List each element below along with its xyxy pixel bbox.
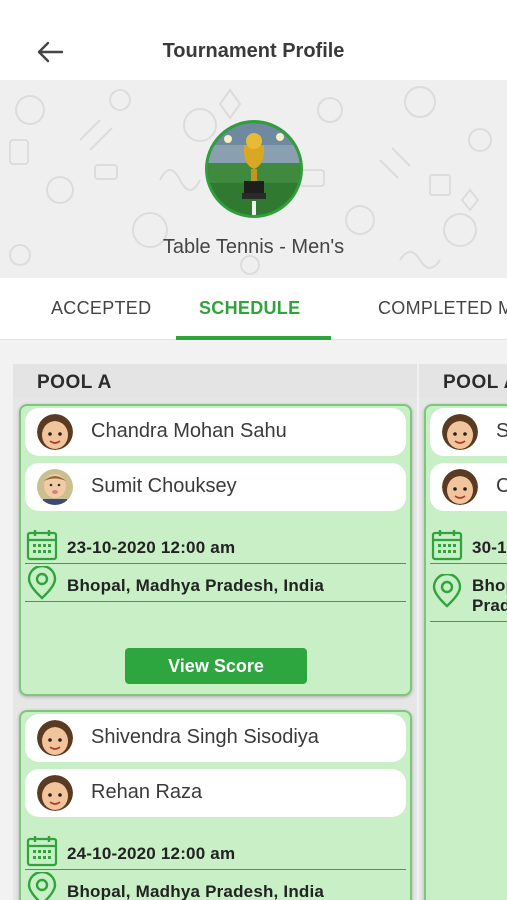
pool-title: POOL A — [443, 372, 507, 393]
match-location: Bhopal, Madhya Pradesh, India — [25, 872, 406, 900]
player-name: Sumit Chouksey — [91, 475, 237, 497]
player-avatar — [442, 414, 478, 450]
view-score-button[interactable]: View Score — [125, 648, 307, 684]
cartoon-face-icon — [442, 414, 478, 450]
location-pin-icon — [432, 574, 462, 608]
pool-column[interactable]: POOL A S — [419, 364, 507, 900]
app-header: Tournament Profile — [0, 0, 507, 80]
player-avatar — [37, 775, 73, 811]
calendar-icon — [26, 836, 58, 867]
match-datetime: 24-10-2020 12:00 am — [25, 834, 406, 870]
player-name: Rehan Raza — [91, 781, 203, 803]
cartoon-face-icon — [442, 469, 478, 505]
cartoon-face-icon — [37, 775, 73, 811]
calendar-icon — [431, 530, 463, 561]
child-photo-avatar-icon — [37, 469, 73, 505]
match-card[interactable]: S C 30-1 Bho Prad — [424, 404, 507, 900]
match-location-text: Bhop — [472, 576, 507, 595]
pool-title: POOL A — [37, 372, 112, 393]
player-avatar — [37, 414, 73, 450]
page-title: Tournament Profile — [162, 40, 345, 62]
pool-column[interactable]: POOL A Chandra Mohan Sahu Sumit Chouksey… — [13, 364, 417, 900]
match-location-text: Bhopal, Madhya Pradesh, India — [67, 882, 325, 900]
match-datetime: 30-1( — [430, 528, 507, 564]
player-row: Sumit Chouksey — [25, 463, 406, 511]
match-datetime-text: 30-1( — [472, 538, 507, 557]
tab-bar: ACCEPTED SCHEDULE COMPLETED MATCHES — [0, 278, 507, 340]
player-name: C — [496, 475, 507, 497]
match-location-text: Bhopal, Madhya Pradesh, India — [67, 576, 325, 595]
match-datetime: 23-10-2020 12:00 am — [25, 528, 406, 564]
match-datetime-text: 24-10-2020 12:00 am — [67, 844, 236, 863]
tab-accepted[interactable]: ACCEPTED — [51, 298, 151, 319]
tab-schedule[interactable]: SCHEDULE — [199, 298, 300, 319]
player-row: C — [430, 463, 507, 511]
player-row: Chandra Mohan Sahu — [25, 408, 406, 456]
player-avatar — [37, 469, 73, 505]
player-row: Shivendra Singh Sisodiya — [25, 714, 406, 762]
player-avatar — [37, 720, 73, 756]
match-location: Bhop Prad — [430, 566, 507, 622]
player-row: S — [430, 408, 507, 456]
app-screen: Tournament Profile Table Tennis - Men's … — [0, 0, 507, 900]
player-avatar — [442, 469, 478, 505]
location-pin-icon — [27, 872, 57, 900]
match-location: Bhopal, Madhya Pradesh, India — [25, 566, 406, 602]
tournament-avatar — [205, 120, 303, 218]
calendar-icon — [26, 530, 58, 561]
location-pin-icon — [27, 566, 57, 600]
pool-header: POOL A — [419, 364, 507, 398]
player-name: Chandra Mohan Sahu — [91, 420, 287, 442]
player-row: Rehan Raza — [25, 769, 406, 817]
trophy-icon — [208, 123, 300, 215]
cartoon-face-icon — [37, 720, 73, 756]
match-card[interactable]: Shivendra Singh Sisodiya Rehan Raza 24-1… — [19, 710, 412, 900]
match-location-text: Prad — [472, 596, 507, 615]
match-datetime-text: 23-10-2020 12:00 am — [67, 538, 236, 557]
tab-completed-matches[interactable]: COMPLETED MATCHES — [378, 298, 507, 319]
tournament-hero: Table Tennis - Men's — [0, 80, 507, 278]
match-card[interactable]: Chandra Mohan Sahu Sumit Chouksey 23-10-… — [19, 404, 412, 696]
player-name: S — [496, 420, 507, 442]
tournament-name: Table Tennis - Men's — [162, 236, 345, 258]
cartoon-face-icon — [37, 414, 73, 450]
pool-header: POOL A — [13, 364, 417, 398]
player-name: Shivendra Singh Sisodiya — [91, 726, 319, 748]
